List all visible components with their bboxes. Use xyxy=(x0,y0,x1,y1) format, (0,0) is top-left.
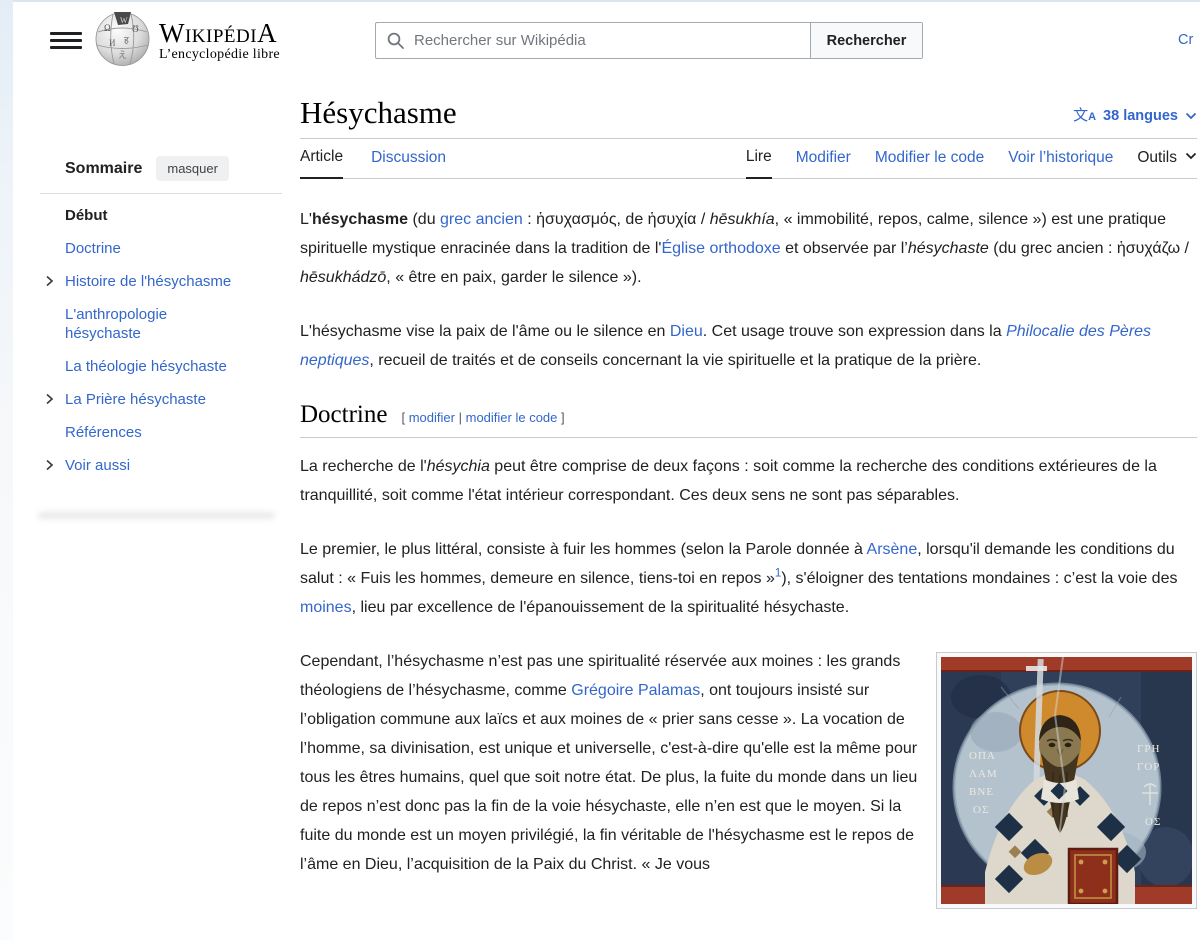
fresco-image: ΟΠΑ ΛΑΜ ΒΝΕ ΟΣ ΓΡΗ ΓΟΡ ΟΣ xyxy=(941,657,1192,904)
svg-text:ΓΡΗ: ΓΡΗ xyxy=(1137,743,1160,755)
svg-text:W: W xyxy=(120,16,128,25)
svg-text:ΓΟΡ: ΓΟΡ xyxy=(1137,761,1160,773)
svg-text:ह: ह xyxy=(124,35,129,45)
chevron-down-icon[interactable] xyxy=(1185,147,1197,165)
edit-section-links: [ modifier | modifier le code ] xyxy=(401,403,564,432)
search-icon xyxy=(376,23,414,58)
window-top-edge xyxy=(0,0,1200,2)
wikipedia-logo[interactable]: Ω W Ʊ И ह え WikipédiA L’encyclopédie lib… xyxy=(94,10,280,72)
wiki-link[interactable]: Grégoire Palamas xyxy=(571,682,700,699)
toc-hide-button[interactable]: masquer xyxy=(156,156,229,181)
window-left-edge xyxy=(0,0,13,940)
faded-divider xyxy=(38,512,275,519)
wikipedia-globe-icon: Ω W Ʊ И ह え xyxy=(94,10,151,72)
main-menu-icon[interactable] xyxy=(48,26,84,54)
article-content: Hésychasme 文A 38 langues Article Discuss… xyxy=(300,95,1197,919)
toc-item-voir-aussi[interactable]: Voir aussi xyxy=(40,456,282,475)
languages-count: 38 langues xyxy=(1103,108,1178,124)
tab-discussion[interactable]: Discussion xyxy=(371,149,446,178)
tab-voir-historique[interactable]: Voir l’historique xyxy=(1008,149,1113,178)
article-tabs: Article Discussion Lire Modifier Modifie… xyxy=(300,139,1197,179)
tab-modifier-le-code[interactable]: Modifier le code xyxy=(875,149,984,178)
toc-divider xyxy=(40,193,282,194)
tab-outils[interactable]: Outils xyxy=(1137,149,1177,178)
svg-text:え: え xyxy=(118,50,127,60)
wiki-link[interactable]: grec ancien xyxy=(440,211,523,228)
section-heading-doctrine: Doctrine xyxy=(300,400,387,429)
chevron-right-icon[interactable] xyxy=(42,392,56,406)
wiki-link[interactable]: Église orthodoxe xyxy=(661,240,780,257)
create-account-link[interactable]: Cr xyxy=(1178,32,1193,48)
lead-paragraph-2: L'hésychasme vise la paix de l'âme ou le… xyxy=(300,317,1197,375)
toc-title: Sommaire xyxy=(65,160,142,178)
gregoire-palamas-fresco-thumbnail[interactable]: ΟΠΑ ΛΑΜ ΒΝΕ ΟΣ ΓΡΗ ΓΟΡ ΟΣ xyxy=(936,652,1197,909)
chevron-right-icon[interactable] xyxy=(42,458,56,472)
table-of-contents: Sommaire masquer Début Doctrine Histoire… xyxy=(40,156,282,489)
edit-link[interactable]: modifier xyxy=(409,410,455,425)
edit-source-link[interactable]: modifier le code xyxy=(466,410,558,425)
languages-icon: 文A xyxy=(1073,108,1096,125)
tab-modifier[interactable]: Modifier xyxy=(796,149,851,178)
doctrine-paragraph-2: Le premier, le plus littéral, consiste à… xyxy=(300,535,1197,622)
site-header: Ω W Ʊ И ह え WikipédiA L’encyclopédie lib… xyxy=(0,0,1200,80)
search-button[interactable]: Rechercher xyxy=(810,23,922,58)
wiki-link[interactable]: moines xyxy=(300,599,352,616)
svg-text:ΛΑΜ: ΛΑΜ xyxy=(969,768,998,780)
wiki-link[interactable]: Arsène xyxy=(867,541,918,558)
svg-text:Ω: Ω xyxy=(104,23,111,33)
search-input[interactable] xyxy=(414,23,810,58)
toc-item-references[interactable]: Références xyxy=(40,423,282,442)
toc-item-theologie[interactable]: La théologie hésychaste xyxy=(40,357,282,376)
wiki-link[interactable]: Dieu xyxy=(670,323,703,340)
page-title: Hésychasme xyxy=(300,95,457,131)
chevron-down-icon xyxy=(1185,107,1197,125)
toc-item-anthropologie[interactable]: L'anthropologie hésychaste xyxy=(40,305,200,343)
wikipedia-wordmark: WikipédiA xyxy=(159,19,280,47)
toc-item-priere[interactable]: La Prière hésychaste xyxy=(40,390,282,409)
svg-text:И: И xyxy=(109,38,116,48)
lead-paragraph-1: L'hésychasme (du grec ancien : ἡσυχασμός… xyxy=(300,205,1197,292)
svg-text:ΒΝΕ: ΒΝΕ xyxy=(969,786,994,798)
toc-item-doctrine[interactable]: Doctrine xyxy=(40,239,282,258)
toc-item-debut[interactable]: Début xyxy=(40,206,282,225)
tab-article[interactable]: Article xyxy=(300,148,343,179)
toc-item-histoire[interactable]: Histoire de l'hésychasme xyxy=(40,272,282,291)
tab-lire[interactable]: Lire xyxy=(746,148,772,179)
svg-text:ΟΣ: ΟΣ xyxy=(973,804,989,816)
wikipedia-tagline: L’encyclopédie libre xyxy=(159,47,280,63)
language-selector[interactable]: 文A 38 langues xyxy=(1073,107,1197,125)
svg-text:Ʊ: Ʊ xyxy=(132,24,139,34)
svg-text:ΟΠΑ: ΟΠΑ xyxy=(969,750,996,762)
search-bar: Rechercher xyxy=(375,22,923,59)
svg-text:ΟΣ: ΟΣ xyxy=(1145,816,1161,828)
doctrine-paragraph-1: La recherche de l'hésychia peut être com… xyxy=(300,452,1197,510)
chevron-right-icon[interactable] xyxy=(42,274,56,288)
